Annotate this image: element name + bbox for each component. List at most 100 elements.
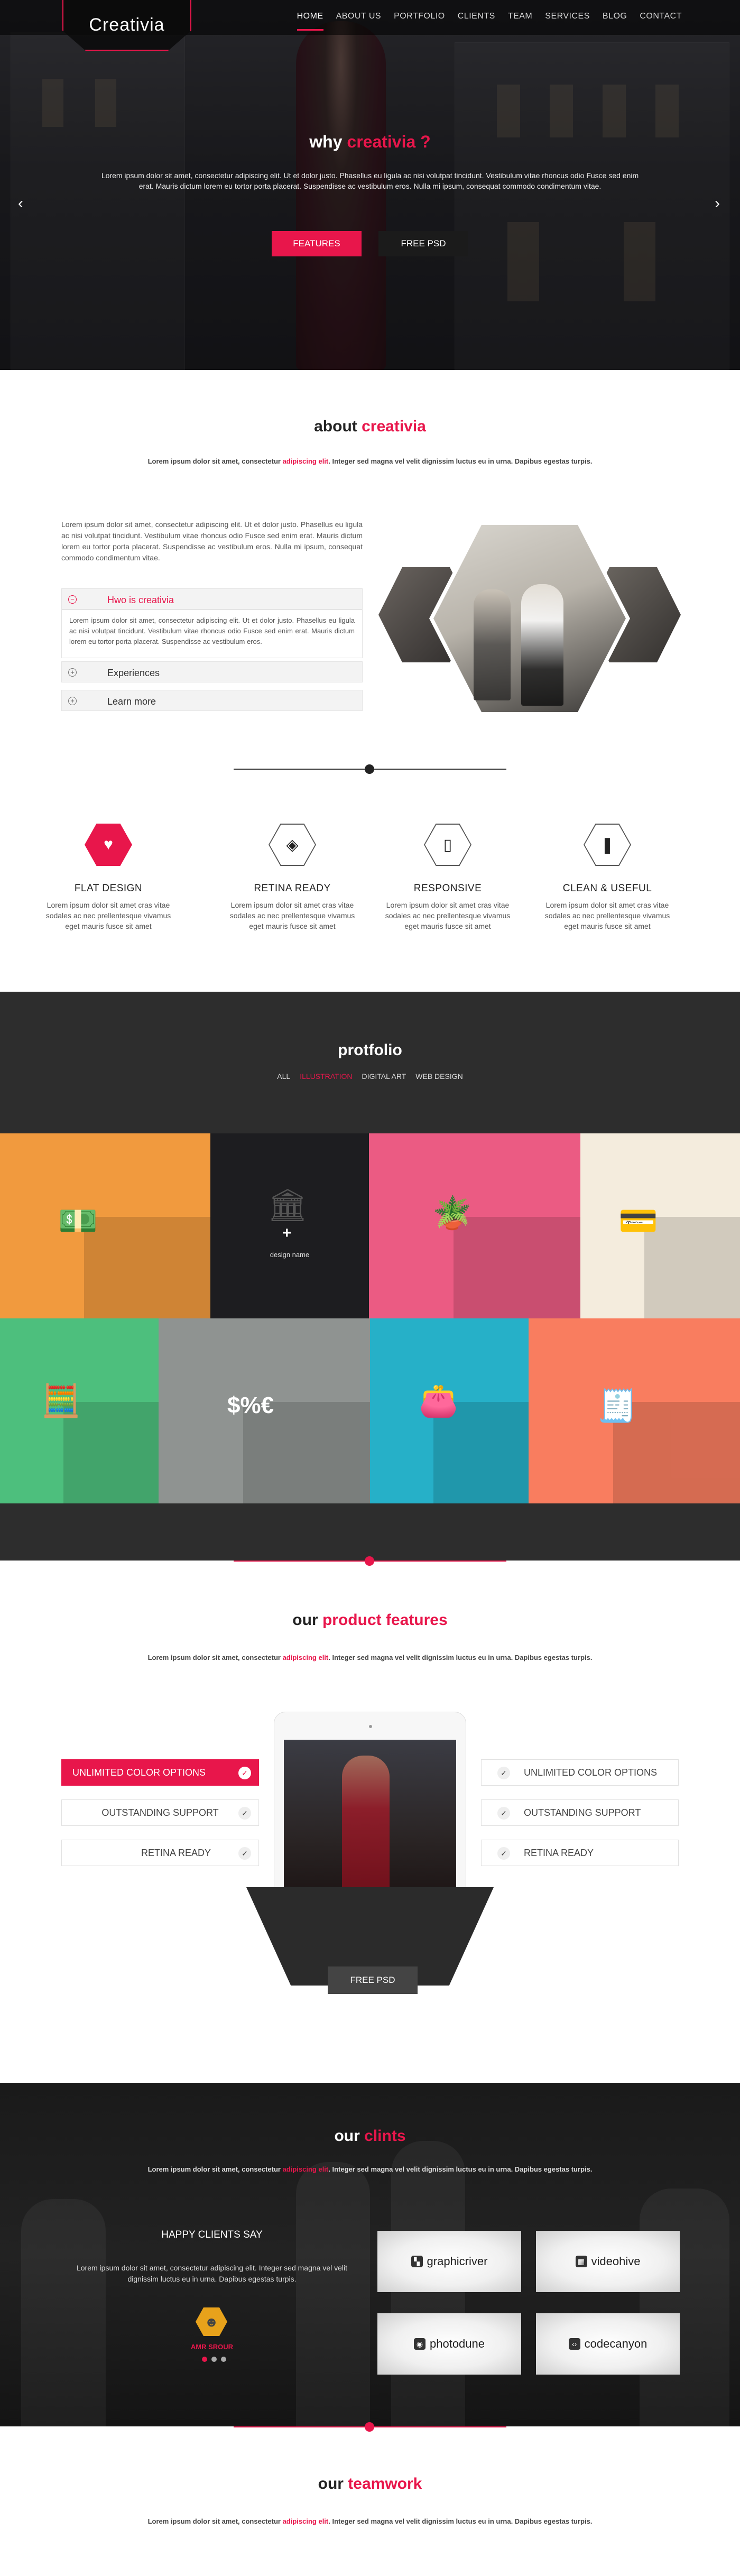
main-menu: HOME ABOUT US PORTFOLIO CLIENTS TEAM SER… bbox=[297, 12, 682, 31]
product-subtitle: Lorem ipsum dolor sit amet, consectetur … bbox=[0, 1654, 740, 1661]
money-icon: 💵 bbox=[58, 1203, 98, 1239]
check-icon: ✓ bbox=[497, 1847, 510, 1860]
product-title-prefix: our bbox=[292, 1611, 322, 1629]
plus-circle-icon: + bbox=[68, 697, 77, 705]
heart-icon: ♥ bbox=[85, 824, 132, 866]
nav-blog[interactable]: BLOG bbox=[603, 12, 627, 26]
option-left-color[interactable]: UNLIMITED COLOR OPTIONS ✓ bbox=[61, 1759, 259, 1786]
clients-sub-accent: adipiscing elit bbox=[282, 2165, 329, 2173]
bank-icon: 🏛 bbox=[267, 1187, 308, 1223]
accordion-body: Lorem ipsum dolor sit amet, consectetur … bbox=[61, 610, 363, 658]
option-right-color[interactable]: ✓ UNLIMITED COLOR OPTIONS bbox=[481, 1759, 679, 1786]
portfolio-tile-plant[interactable]: 🪴 bbox=[369, 1133, 580, 1318]
about-title: about creativia bbox=[0, 418, 740, 436]
option-label: RETINA READY bbox=[141, 1847, 211, 1858]
team-sub-a: Lorem ipsum dolor sit amet, consectetur bbox=[147, 2517, 283, 2525]
about-paragraph: Lorem ipsum dolor sit amet, consectetur … bbox=[61, 520, 363, 562]
nav-contact[interactable]: CONTACT bbox=[640, 12, 682, 26]
client-logo-codecanyon[interactable]: ‹› codecanyon bbox=[536, 2313, 680, 2375]
plus-icon[interactable]: + bbox=[282, 1224, 292, 1242]
clients-sub-b: . Integer sed magna vel velit dignissim … bbox=[328, 2165, 593, 2173]
filter-illustration[interactable]: ILLUSTRATION bbox=[300, 1072, 352, 1081]
accordion-item-learn-more[interactable]: + Learn more bbox=[61, 690, 363, 711]
portfolio-tile-calculator[interactable]: 🧮 bbox=[0, 1318, 159, 1503]
filter-web-design[interactable]: WEB DESIGN bbox=[415, 1072, 462, 1081]
hex-photo-colleague bbox=[474, 589, 511, 700]
nav-team[interactable]: TEAM bbox=[508, 12, 532, 26]
nav-services[interactable]: SERVICES bbox=[545, 12, 590, 26]
feature-glyph: ◈ bbox=[286, 836, 299, 854]
pager-dot[interactable] bbox=[211, 2357, 217, 2362]
filter-digital-art[interactable]: DIGITAL ART bbox=[362, 1072, 406, 1081]
clients-title: our clints bbox=[0, 2127, 740, 2145]
hero-title-prefix: why bbox=[309, 132, 347, 151]
testimonial-heading: HAPPY CLIENTS SAY bbox=[161, 2229, 263, 2240]
portfolio-tile-money[interactable]: 💵 bbox=[0, 1133, 210, 1318]
free-psd-button[interactable]: FREE PSD bbox=[378, 231, 468, 256]
option-left-support[interactable]: OUTSTANDING SUPPORT ✓ bbox=[61, 1799, 259, 1826]
feature-retina-ready: ◈ RETINA READY Lorem ipsum dolor sit ame… bbox=[226, 824, 358, 931]
check-icon: ✓ bbox=[238, 1767, 251, 1779]
about-sub-a: Lorem ipsum dolor sit amet, consectetur bbox=[147, 457, 283, 465]
accordion-label: Hwo is creativia bbox=[107, 595, 174, 605]
pager-dot[interactable] bbox=[202, 2357, 207, 2362]
brand-name: graphicriver bbox=[427, 2255, 488, 2268]
nav-about-us[interactable]: ABOUT US bbox=[336, 12, 382, 26]
site-logo[interactable]: Creativia bbox=[62, 0, 191, 51]
feature-title: FLAT DESIGN bbox=[74, 883, 143, 894]
portfolio-tile-exchange[interactable]: $%€ bbox=[159, 1318, 370, 1503]
brand-name: videohive bbox=[591, 2255, 641, 2268]
screen-model-figure bbox=[342, 1756, 390, 1908]
photodune-icon: ◉ bbox=[414, 2338, 426, 2350]
bg-person bbox=[640, 2189, 729, 2426]
accordion-item-experiences[interactable]: + Experiences bbox=[61, 661, 363, 682]
slider-next-arrow-icon[interactable]: › bbox=[715, 195, 720, 213]
feature-text: Lorem ipsum dolor sit amet cras vitae so… bbox=[544, 901, 670, 930]
drop-icon: ❚ bbox=[584, 824, 631, 866]
testimonial-quote: Lorem ipsum dolor sit amet, consectetur … bbox=[76, 2264, 348, 2283]
client-logo-graphicriver[interactable]: ▚ graphicriver bbox=[377, 2231, 521, 2292]
nav-portfolio[interactable]: PORTFOLIO bbox=[394, 12, 445, 26]
accordion-item-who[interactable]: − Hwo is creativia bbox=[61, 588, 363, 610]
nav-home[interactable]: HOME bbox=[297, 12, 323, 31]
option-right-support[interactable]: ✓ OUTSTANDING SUPPORT bbox=[481, 1799, 679, 1826]
portfolio-title: protfolio bbox=[338, 1041, 402, 1059]
portfolio-filters: ALL ILLUSTRATION DIGITAL ART WEB DESIGN bbox=[0, 1072, 740, 1081]
option-label: UNLIMITED COLOR OPTIONS bbox=[72, 1767, 206, 1778]
check-icon: ✓ bbox=[238, 1807, 251, 1820]
section-divider bbox=[234, 764, 506, 774]
clients-section: our clints Lorem ipsum dolor sit amet, c… bbox=[0, 2083, 740, 2426]
portfolio-tile-bank[interactable]: 🏛 + design name bbox=[210, 1133, 369, 1318]
option-right-retina[interactable]: ✓ RETINA READY bbox=[481, 1840, 679, 1866]
portfolio-tile-wallet[interactable]: 👛 bbox=[370, 1318, 529, 1503]
logo-text: Creativia bbox=[89, 15, 165, 35]
portfolio-tile-cards[interactable]: 💳 bbox=[580, 1133, 740, 1318]
product-sub-a: Lorem ipsum dolor sit amet, consectetur bbox=[147, 1654, 283, 1661]
slider-prev-arrow-icon[interactable]: ‹ bbox=[18, 195, 23, 213]
feature-text: Lorem ipsum dolor sit amet cras vitae so… bbox=[45, 901, 171, 930]
divider-dot bbox=[365, 764, 374, 774]
free-psd-button[interactable]: FREE PSD bbox=[328, 1966, 418, 1994]
about-title-accent: creativia bbox=[362, 418, 426, 435]
about-sub-b: . Integer sed magna vel velit dignissim … bbox=[328, 457, 593, 465]
about-subtitle: Lorem ipsum dolor sit amet, consectetur … bbox=[0, 457, 740, 465]
accordion-label: Experiences bbox=[107, 668, 160, 678]
option-left-retina[interactable]: RETINA READY ✓ bbox=[61, 1840, 259, 1866]
accordion-label: Learn more bbox=[107, 696, 156, 707]
portfolio-tile-cheque[interactable]: 🧾 bbox=[529, 1318, 740, 1503]
plant-icon: 🪴 bbox=[432, 1195, 472, 1231]
cheque-icon: 🧾 bbox=[597, 1388, 637, 1424]
brand-name: codecanyon bbox=[584, 2337, 648, 2350]
filter-all[interactable]: ALL bbox=[277, 1072, 290, 1081]
team-title: our teamwork bbox=[0, 2475, 740, 2493]
pager-dot[interactable] bbox=[221, 2357, 226, 2362]
product-title: our product features bbox=[0, 1611, 740, 1629]
product-sub-b: . Integer sed magna vel velit dignissim … bbox=[328, 1654, 593, 1661]
bg-person bbox=[296, 2162, 370, 2426]
hero-title: why creativia ? bbox=[0, 132, 740, 152]
features-button[interactable]: FEATURES bbox=[272, 231, 362, 256]
client-logo-videohive[interactable]: ▦ videohive bbox=[536, 2231, 680, 2292]
nav-clients[interactable]: CLIENTS bbox=[458, 12, 495, 26]
client-logo-photodune[interactable]: ◉ photodune bbox=[377, 2313, 521, 2375]
option-label: OUTSTANDING SUPPORT bbox=[101, 1807, 219, 1818]
